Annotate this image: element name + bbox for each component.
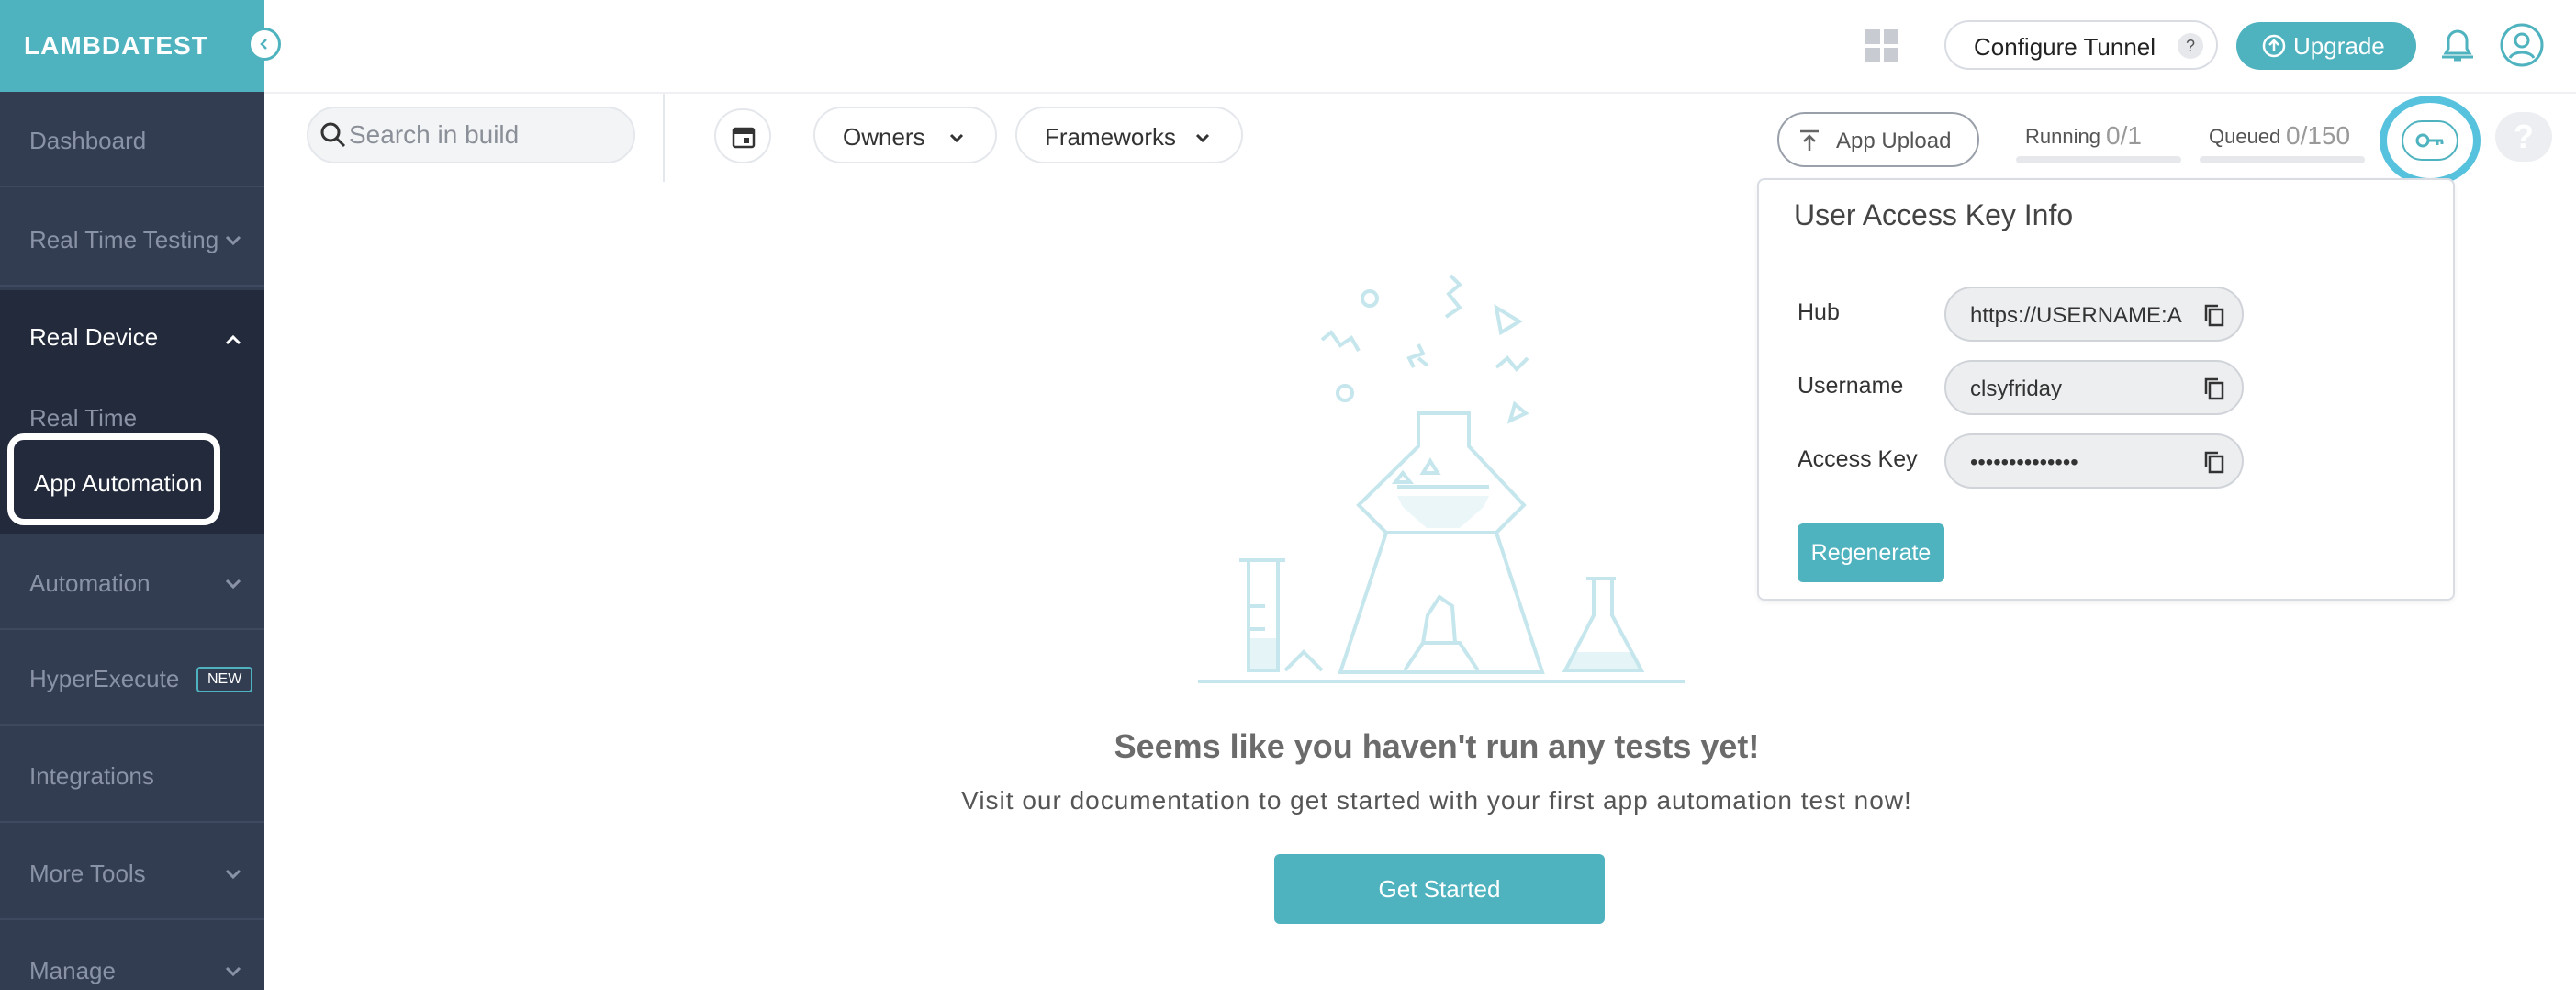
sidebar-item-manage[interactable]: Manage: [0, 922, 264, 990]
access-key-popup: User Access Key Info Hub https://USERNAM…: [1757, 178, 2455, 601]
sidebar-item-label: Real Time: [29, 404, 138, 432]
sidebar-item-automation[interactable]: Automation: [0, 534, 264, 630]
sidebar-item-label: HyperExecute: [29, 665, 180, 692]
search-box: [307, 107, 635, 163]
owners-label: Owners: [843, 123, 925, 151]
access-key-label: Access Key: [1798, 446, 1918, 472]
upgrade-button[interactable]: Upgrade: [2236, 22, 2416, 70]
filter-divider: [663, 94, 665, 182]
chevron-up-icon: [225, 334, 241, 345]
header-divider: [264, 92, 2576, 94]
sidebar-item-dashboard[interactable]: Dashboard: [0, 92, 264, 187]
sidebar-item-more-tools[interactable]: More Tools: [0, 825, 264, 920]
upgrade-arrow-icon: [2262, 34, 2286, 58]
logo-bar: LAMBDATEST: [0, 0, 264, 92]
chevron-down-icon: [225, 235, 241, 246]
copy-icon[interactable]: [2203, 303, 2225, 327]
sidebar-item-real-time-testing[interactable]: Real Time Testing: [0, 191, 264, 287]
logo[interactable]: LAMBDATEST: [24, 31, 208, 61]
tunnel-help-icon[interactable]: ?: [2178, 33, 2203, 59]
get-started-button[interactable]: Get Started: [1274, 854, 1605, 924]
help-button[interactable]: ?: [2495, 112, 2552, 162]
calendar-icon: [732, 127, 756, 149]
chevron-down-icon: [949, 133, 964, 143]
lab-flask-illustration: [1198, 274, 1685, 683]
sidebar-subitem-app-automation[interactable]: App Automation: [7, 433, 220, 525]
empty-state-title: Seems like you haven't run any tests yet…: [1114, 727, 1760, 765]
chevron-down-icon: [225, 869, 241, 880]
key-icon: [2415, 133, 2444, 148]
chevron-down-icon: [225, 966, 241, 977]
access-key-button-inner: [2402, 120, 2458, 161]
upload-icon: [1800, 129, 1819, 151]
sidebar-item-label: More Tools: [29, 860, 146, 887]
sidebar-item-real-device[interactable]: Real Device: [0, 290, 264, 386]
search-icon: [320, 122, 346, 148]
queued-label: Queued: [2209, 125, 2281, 148]
bell-icon[interactable]: [2436, 24, 2479, 66]
apps-grid-icon[interactable]: [1865, 29, 1900, 64]
sidebar-item-label: Real Time Testing: [29, 226, 219, 253]
sidebar: LAMBDATEST Dashboard Real Time Testing R…: [0, 0, 264, 990]
regenerate-button[interactable]: Regenerate: [1798, 523, 1944, 582]
username-field[interactable]: clsyfriday: [1944, 360, 2244, 415]
sidebar-item-label: Manage: [29, 957, 116, 984]
sidebar-item-label: Real Device: [29, 323, 159, 351]
sidebar-item-label: App Automation: [34, 469, 203, 497]
sidebar-item-label: Dashboard: [29, 127, 147, 154]
username-label: Username: [1798, 373, 1904, 399]
access-key-field[interactable]: ••••••••••••••: [1944, 433, 2244, 489]
configure-tunnel-button[interactable]: Configure Tunnel ?: [1944, 20, 2218, 70]
configure-tunnel-label: Configure Tunnel: [1974, 33, 2156, 61]
frameworks-label: Frameworks: [1045, 123, 1177, 151]
owners-dropdown[interactable]: Owners: [813, 107, 997, 163]
queued-bar: [2200, 156, 2365, 163]
access-key-button[interactable]: [2380, 96, 2481, 186]
running-value: 0/1: [2106, 121, 2142, 150]
search-input[interactable]: [347, 118, 617, 152]
app-upload-label: App Upload: [1836, 129, 1952, 153]
copy-icon[interactable]: [2203, 450, 2225, 474]
user-avatar-icon[interactable]: [2499, 22, 2545, 68]
frameworks-dropdown[interactable]: Frameworks: [1015, 107, 1243, 163]
access-key-value: ••••••••••••••: [1970, 450, 2078, 475]
hub-label: Hub: [1798, 299, 1840, 325]
hub-field[interactable]: https://USERNAME:A: [1944, 287, 2244, 342]
date-filter-button[interactable]: [714, 108, 771, 163]
app-upload-button[interactable]: App Upload: [1777, 112, 1979, 167]
new-badge: NEW: [196, 667, 253, 692]
running-bar: [2016, 156, 2181, 163]
hub-value: https://USERNAME:A: [1970, 303, 2182, 328]
running-label: Running: [2025, 125, 2100, 148]
chevron-left-icon: [260, 39, 267, 50]
upgrade-label: Upgrade: [2293, 32, 2385, 60]
copy-icon[interactable]: [2203, 377, 2225, 400]
queued-value: 0/150: [2286, 121, 2351, 150]
popup-title: User Access Key Info: [1794, 198, 2074, 231]
chevron-down-icon: [225, 579, 241, 590]
collapse-sidebar-button[interactable]: [248, 28, 281, 61]
sidebar-item-label: Automation: [29, 569, 151, 597]
empty-state-subtitle: Visit our documentation to get started w…: [961, 786, 1912, 815]
chevron-down-icon: [1195, 133, 1210, 143]
username-value: clsyfriday: [1970, 377, 2063, 401]
